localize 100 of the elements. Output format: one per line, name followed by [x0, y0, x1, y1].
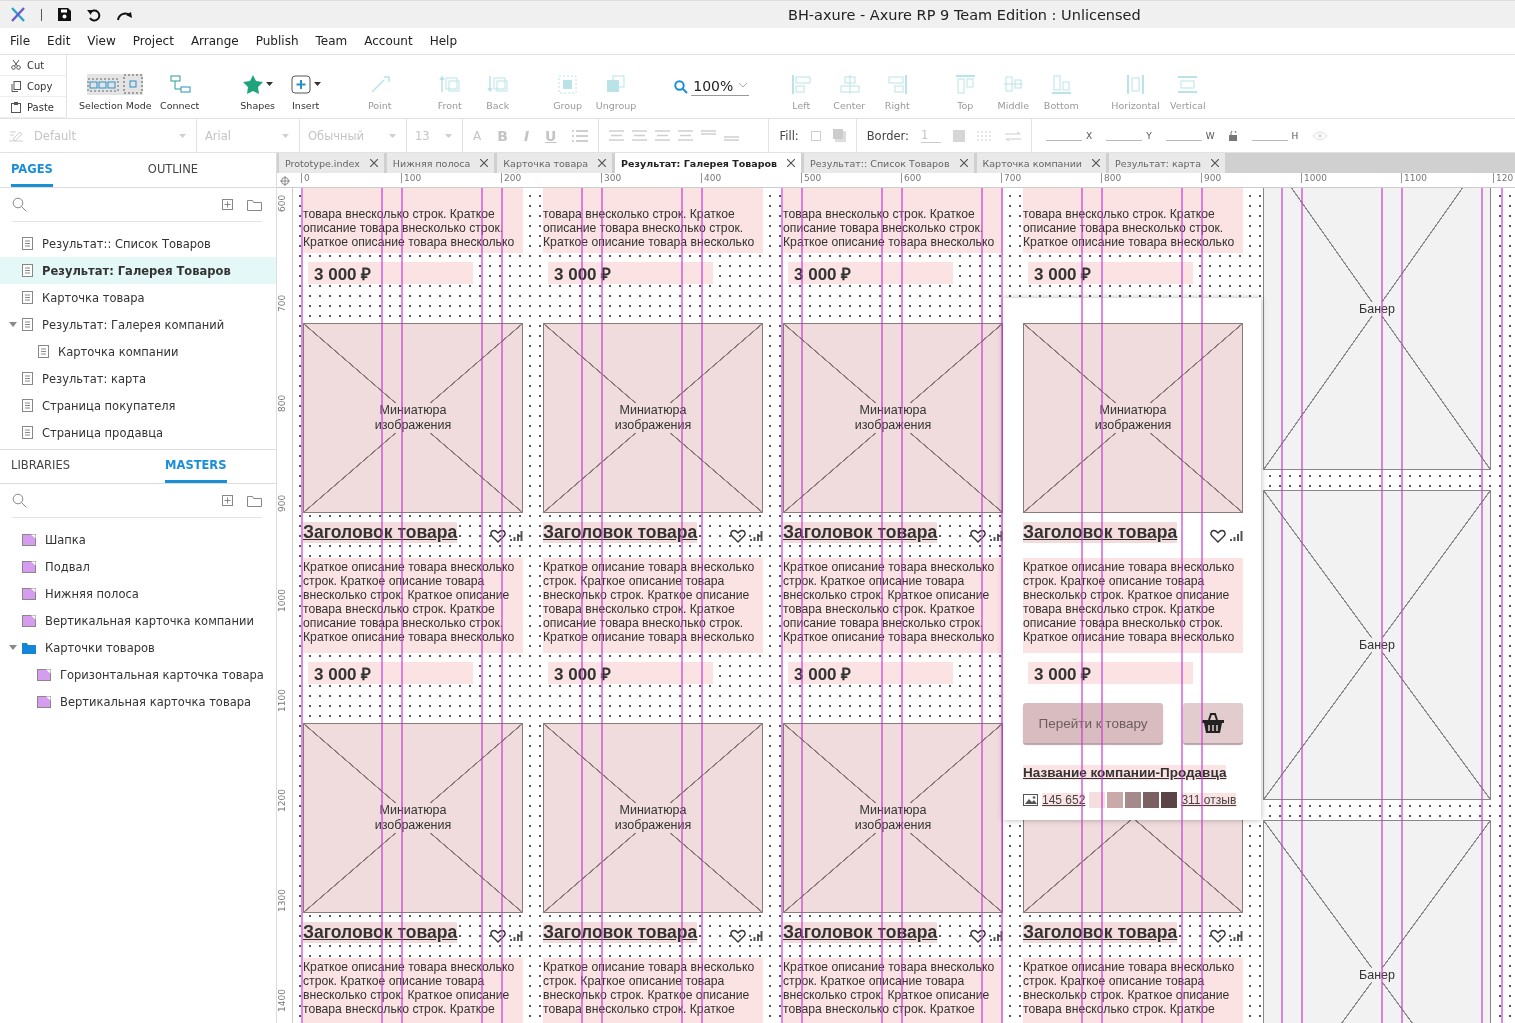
document-tab[interactable]: Prototype.index	[279, 153, 384, 173]
app-logo-icon[interactable]	[11, 7, 25, 22]
product-title[interactable]: Заголовок товара	[783, 922, 938, 943]
add-page-icon[interactable]	[222, 495, 233, 506]
master-item[interactable]: Подвал	[0, 553, 276, 580]
page-item[interactable]: Карточка компании	[0, 338, 276, 365]
expand-arrow-icon[interactable]	[9, 645, 17, 650]
page-item[interactable]: Страница покупателя	[0, 392, 276, 419]
heart-icon[interactable]	[730, 529, 746, 543]
image-icon	[1023, 794, 1038, 806]
product-title[interactable]: Заголовок товара	[783, 522, 938, 543]
save-icon[interactable]	[58, 8, 71, 21]
panel-tab[interactable]: MASTERS	[165, 458, 227, 483]
expand-arrow-icon[interactable]	[9, 322, 17, 327]
page-item[interactable]: Результат: Галерея Товаров	[0, 257, 276, 284]
pencil-icon	[8, 129, 24, 142]
product-title[interactable]: Заголовок товара	[1023, 522, 1178, 543]
border-label: Border:	[866, 128, 909, 143]
panel-tab[interactable]: OUTLINE	[147, 162, 199, 187]
panel-tab[interactable]: LIBRARIES	[11, 458, 71, 483]
toolbar-button[interactable]: Shapes	[235, 55, 280, 118]
product-title[interactable]: Заголовок товара	[303, 522, 458, 543]
clipboard-button[interactable]: Copy	[0, 76, 66, 97]
close-icon[interactable]	[480, 159, 489, 167]
ruler-label: 500	[801, 173, 822, 183]
photo-count[interactable]: 145 652	[1042, 793, 1086, 807]
ruler-label: 900	[1201, 173, 1222, 183]
ruler-label: 700	[1001, 173, 1022, 183]
document-tab[interactable]: Результат: карта	[1109, 153, 1225, 173]
page-item[interactable]: Страница продавца	[0, 419, 276, 446]
menu-item[interactable]: File	[10, 34, 31, 48]
close-icon[interactable]	[959, 159, 968, 167]
menu-item[interactable]: Team	[315, 34, 348, 48]
menu-item[interactable]: Publish	[255, 34, 299, 48]
heart-icon[interactable]	[1210, 929, 1226, 943]
close-icon[interactable]	[369, 159, 378, 167]
toolbar-button[interactable]: Connect	[157, 55, 202, 118]
clipboard-button[interactable]: Paste	[0, 97, 66, 118]
product-title[interactable]: Заголовок товара	[543, 522, 698, 543]
layers-up-icon	[438, 74, 461, 95]
document-tab[interactable]: Карточка компании	[976, 153, 1106, 173]
menu-item[interactable]: View	[87, 34, 116, 48]
master-item[interactable]: Нижняя полоса	[0, 580, 276, 607]
menu-item[interactable]: Project	[132, 34, 174, 48]
folder-icon[interactable]	[247, 494, 262, 507]
master-item[interactable]: Вертикальная карточка товара	[0, 688, 276, 715]
product-title[interactable]: Заголовок товара	[543, 922, 698, 943]
clipboard-icon	[11, 101, 21, 113]
clipboard-button[interactable]: Cut	[0, 55, 66, 76]
align-right-icon	[886, 74, 908, 95]
menu-item[interactable]: Help	[429, 34, 458, 48]
undo-icon[interactable]	[87, 7, 101, 22]
add-page-icon[interactable]	[222, 199, 233, 210]
ruler-label: 300	[601, 173, 622, 183]
heart-icon[interactable]	[970, 929, 986, 943]
heart-icon[interactable]	[490, 929, 506, 943]
document-tab[interactable]: Карточка товара	[497, 153, 613, 173]
search-icon[interactable]	[12, 197, 27, 212]
document-tab[interactable]: Результат: Галерея Товаров	[615, 153, 801, 173]
company-link[interactable]: Название компании-Продавца	[1023, 765, 1227, 780]
product-title[interactable]: Заголовок товара	[303, 922, 458, 943]
master-item[interactable]: Шапка	[0, 526, 276, 553]
master-item[interactable]: Карточки товаров	[0, 634, 276, 661]
plus-box-icon	[290, 74, 313, 95]
basket-button[interactable]	[1183, 703, 1243, 743]
page-item[interactable]: Результат: Галерея компаний	[0, 311, 276, 338]
close-icon[interactable]	[1092, 159, 1100, 167]
product-title[interactable]: Заголовок товара	[1023, 922, 1178, 943]
heart-icon[interactable]	[1210, 529, 1226, 543]
panel-tab[interactable]: PAGES	[11, 162, 53, 187]
heart-icon[interactable]	[970, 529, 986, 543]
menu-item[interactable]: Arrange	[190, 34, 239, 48]
master-item[interactable]: Горизонтальная карточка товара	[0, 661, 276, 688]
price: 3 000 ₽	[1033, 663, 1092, 685]
menu-item[interactable]: Account	[364, 34, 413, 48]
close-icon[interactable]	[787, 159, 795, 167]
document-tab[interactable]: Результат:: Список Товаров	[804, 153, 974, 173]
document-tab[interactable]: Нижняя полоса	[386, 153, 495, 173]
caret-icon	[314, 82, 322, 87]
signal-bars-icon	[750, 531, 763, 541]
master-item[interactable]: Вертикальная карточка компании	[0, 607, 276, 634]
page-item[interactable]: Результат:: Список Товаров	[0, 230, 276, 257]
toolbar-button[interactable]: Selection Mode	[77, 55, 154, 118]
selection-mode-icon	[87, 74, 144, 95]
page-item[interactable]: Карточка товара	[0, 284, 276, 311]
review-count[interactable]: 311 отзыв	[1181, 793, 1237, 807]
page-icon	[22, 291, 33, 304]
toolbar-button[interactable]: Insert	[283, 55, 328, 118]
close-icon[interactable]	[1211, 159, 1219, 167]
product-description: товара внесколько строк. Краткое описание товара внесколько строк. Краткое описание товара внесколько	[303, 207, 516, 249]
zoom-field[interactable]: 100%	[691, 77, 750, 96]
ruler-label: 400	[701, 173, 722, 183]
menu-item[interactable]: Edit	[47, 34, 71, 48]
master-icon	[22, 587, 36, 600]
close-icon[interactable]	[598, 159, 607, 167]
heart-icon[interactable]	[730, 929, 746, 943]
search-icon[interactable]	[12, 493, 27, 508]
folder-icon[interactable]	[247, 198, 262, 211]
page-item[interactable]: Результат: карта	[0, 365, 276, 392]
heart-icon[interactable]	[490, 529, 506, 543]
